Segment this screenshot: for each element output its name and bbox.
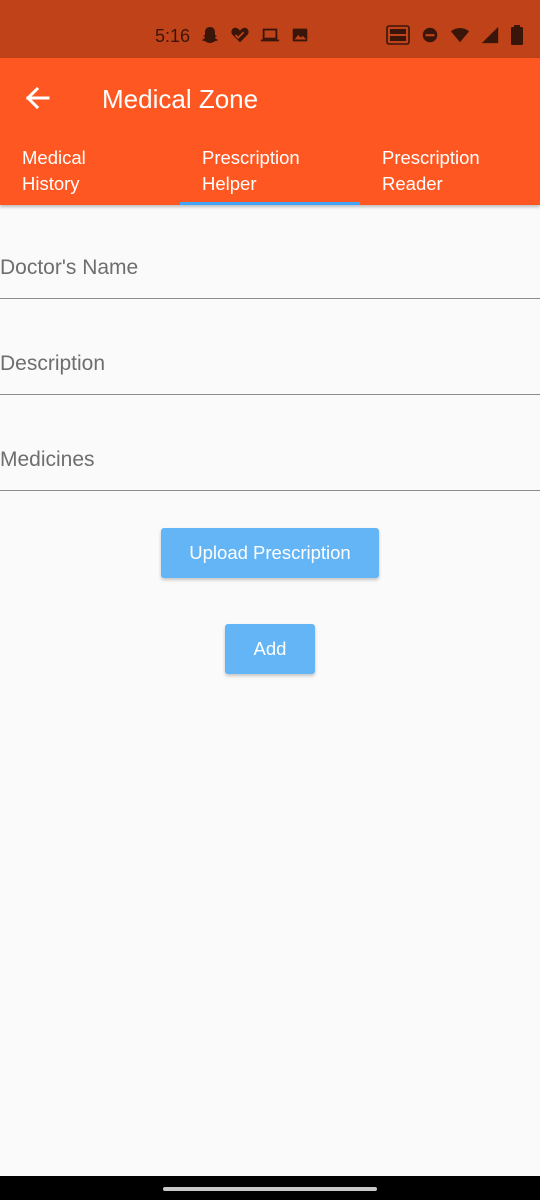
upload-prescription-button[interactable]: Upload Prescription — [161, 528, 379, 578]
arrow-left-icon — [25, 86, 50, 110]
wifi-icon — [450, 27, 470, 43]
description-field — [0, 335, 540, 395]
laptop-icon — [260, 28, 280, 42]
tab-bar: Medical History Prescription Helper Pres… — [0, 144, 540, 205]
status-system-icons — [386, 24, 524, 46]
battery-icon — [511, 25, 523, 45]
medicines-input[interactable] — [0, 431, 540, 489]
system-navigation-bar — [0, 1176, 540, 1200]
doctor-name-field — [0, 239, 540, 299]
page-title: Medical Zone — [102, 84, 259, 114]
do-not-disturb-icon — [422, 27, 438, 43]
snapchat-icon — [202, 27, 218, 43]
tab-prescription-reader[interactable]: Prescription Reader — [360, 144, 540, 205]
gesture-handle[interactable] — [163, 1187, 377, 1191]
description-input[interactable] — [0, 335, 540, 393]
status-bar: 5:16 — [0, 0, 540, 58]
image-icon — [292, 28, 308, 42]
tab-label: Prescription Helper — [202, 147, 300, 194]
tab-prescription-helper[interactable]: Prescription Helper — [180, 144, 360, 205]
medicines-field — [0, 431, 540, 491]
status-notification-icons — [200, 24, 310, 46]
add-button[interactable]: Add — [225, 624, 315, 674]
vowifi-icon — [386, 25, 410, 45]
selected-tab-indicator — [180, 202, 360, 205]
tab-label: Medical History — [22, 147, 86, 194]
tab-medical-history[interactable]: Medical History — [0, 144, 180, 205]
doctor-name-input[interactable] — [0, 239, 540, 297]
app-bar: Medical Zone Medical History Prescriptio… — [0, 58, 540, 205]
tab-label: Prescription Reader — [382, 147, 480, 194]
status-time: 5:16 — [155, 26, 191, 46]
back-button[interactable] — [20, 82, 60, 114]
cellular-signal-icon — [481, 26, 499, 44]
health-heart-icon — [231, 27, 249, 43]
